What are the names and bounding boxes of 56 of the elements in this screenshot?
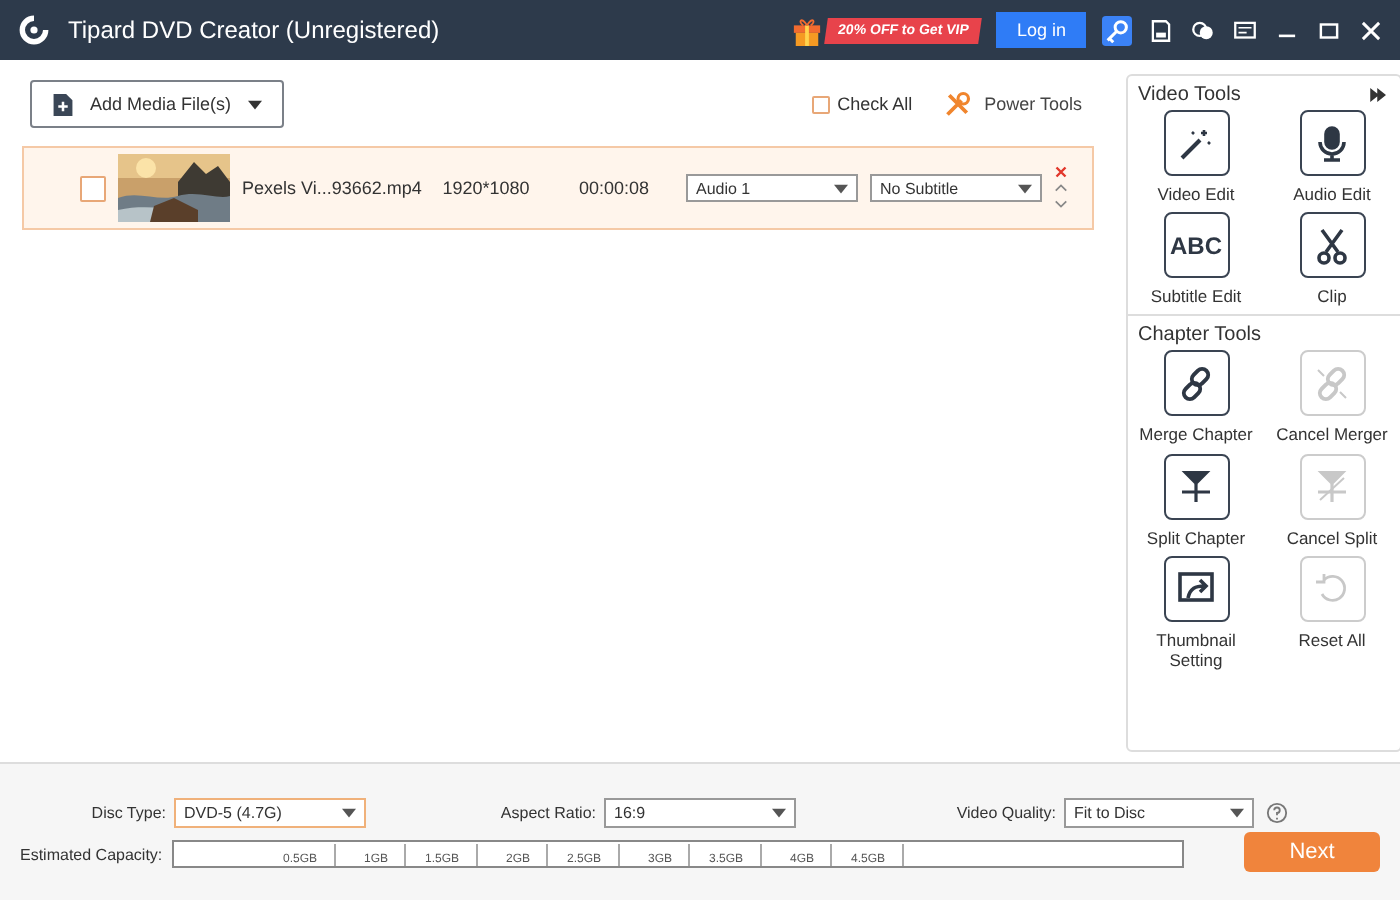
add-media-button[interactable]: Add Media File(s) xyxy=(30,80,284,128)
tool-button[interactable]: ABC Subtitle Edit xyxy=(1128,212,1264,307)
check-all-checkbox[interactable]: Check All xyxy=(811,94,913,114)
audio-dropdown[interactable]: Audio 1 xyxy=(686,174,858,202)
split-marker-icon xyxy=(1176,466,1216,507)
caret-icon xyxy=(247,99,262,109)
close-icon[interactable] xyxy=(1358,17,1384,43)
setting-dropdown[interactable]: DVD-5 (4.7G) xyxy=(174,797,366,827)
tool-button[interactable]: Split Chapter xyxy=(1128,453,1264,548)
resolution: 1920*1080 xyxy=(440,178,532,198)
broken-link-icon xyxy=(1312,363,1352,404)
login-button[interactable]: Log in xyxy=(996,12,1086,48)
section-title: Chapter Tools xyxy=(1138,324,1262,347)
tools-icon[interactable] xyxy=(944,90,973,118)
gift-icon xyxy=(792,15,823,45)
abc-icon: ABC xyxy=(1170,231,1222,260)
file-row[interactable]: Pexels Vi...93662.mp4 1920*1080 00:00:08 Audio 1 No Subtitle xyxy=(22,146,1094,230)
tool-button[interactable]: Clip xyxy=(1264,212,1400,307)
tool-button[interactable]: Merge Chapter xyxy=(1128,350,1264,446)
tool-button[interactable]: Thumbnail Setting xyxy=(1128,555,1264,671)
feedback-icon[interactable] xyxy=(1232,17,1258,43)
power-tools-link[interactable]: Power Tools xyxy=(984,94,1082,114)
file-name: Pexels Vi...93662.mp4 xyxy=(242,178,418,198)
caret-icon xyxy=(834,183,848,193)
setting-label: Video Quality: xyxy=(954,803,1056,821)
subtitle-dropdown[interactable]: No Subtitle xyxy=(870,174,1042,202)
remove-icon[interactable] xyxy=(1054,166,1068,178)
setting-dropdown[interactable]: Fit to Disc xyxy=(1064,797,1254,827)
key-icon[interactable] xyxy=(1102,15,1132,45)
caret-icon xyxy=(1018,183,1032,193)
save-icon[interactable] xyxy=(1148,17,1174,43)
move-up-icon[interactable] xyxy=(1054,182,1068,194)
section-title: Video Tools xyxy=(1138,84,1241,106)
help-icon[interactable] xyxy=(1266,801,1288,823)
disc-logo-icon xyxy=(16,12,52,48)
caret-icon xyxy=(342,807,356,817)
caret-icon xyxy=(772,807,786,817)
caret-icon xyxy=(1230,807,1244,817)
tool-button[interactable]: Audio Edit xyxy=(1264,110,1400,205)
maximize-icon[interactable] xyxy=(1316,17,1342,43)
link-icon xyxy=(1176,363,1216,404)
chat-icon[interactable] xyxy=(1190,17,1216,43)
move-down-icon[interactable] xyxy=(1054,198,1068,210)
tool-button[interactable]: Video Edit xyxy=(1128,110,1264,205)
collapse-icon[interactable] xyxy=(1370,88,1388,102)
setting-dropdown[interactable]: 16:9 xyxy=(604,797,796,827)
setting-label: Disc Type: xyxy=(89,803,166,821)
scissors-icon xyxy=(1312,225,1352,266)
file-checkbox[interactable] xyxy=(80,175,106,201)
microphone-icon xyxy=(1312,123,1352,163)
capacity-label: Estimated Capacity: xyxy=(20,845,165,863)
window-title: Tipard DVD Creator (Unregistered) xyxy=(68,16,440,44)
crossed-split-icon xyxy=(1312,466,1352,507)
add-file-icon xyxy=(52,91,74,117)
setting-label: Aspect Ratio: xyxy=(498,803,596,821)
duration: 00:00:08 xyxy=(576,178,652,198)
